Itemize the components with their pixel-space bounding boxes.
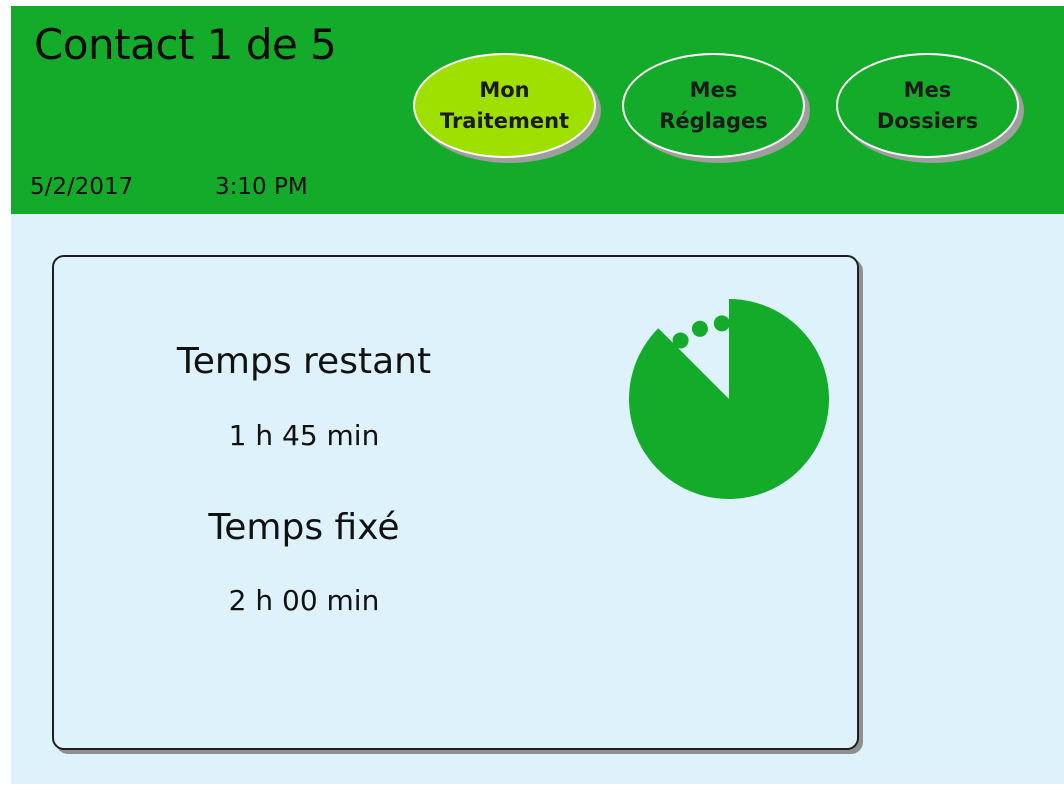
set-time-value: 2 h 00 min [228, 584, 380, 617]
page-title: Contact 1 de 5 [34, 20, 337, 69]
mon-traitement-button[interactable]: Mon Traitement [413, 53, 596, 158]
set-time-label: Temps fixé [208, 507, 400, 548]
app-frame: Contact 1 de 5 5/2/2017 3:10 PM Mon Trai… [11, 6, 1064, 784]
timer-pie-icon [629, 299, 829, 499]
mes-reglages-label-line2: Réglages [659, 108, 768, 133]
mes-reglages-label-line1: Mes [689, 77, 738, 102]
timer-progress-dot [691, 320, 708, 337]
mes-reglages-label: Mes Réglages [659, 75, 768, 137]
remaining-time-label: Temps restant [176, 341, 432, 382]
time-display: 3:10 PM [215, 174, 308, 200]
mes-dossiers-button[interactable]: Mes Dossiers [836, 53, 1019, 158]
mes-reglages-button[interactable]: Mes Réglages [622, 53, 805, 158]
remaining-time-value: 1 h 45 min [228, 419, 380, 452]
mes-dossiers-label-line2: Dossiers [876, 108, 979, 133]
mon-traitement-label-line1: Mon [479, 77, 530, 102]
timer-remaining-sector [629, 299, 829, 499]
timer-progress-dot [713, 315, 730, 332]
mon-traitement-label: Mon Traitement [440, 75, 569, 137]
header-bar: Contact 1 de 5 5/2/2017 3:10 PM Mon Trai… [11, 6, 1064, 214]
date-display: 5/2/2017 [30, 174, 134, 200]
mes-dossiers-label-line1: Mes [903, 77, 952, 102]
mes-dossiers-label: Mes Dossiers [877, 75, 978, 137]
treatment-time-card: Temps restant 1 h 45 min Temps fixé 2 h … [52, 255, 859, 750]
mon-traitement-label-line2: Traitement [439, 108, 570, 133]
timer-progress-dot [672, 332, 689, 349]
